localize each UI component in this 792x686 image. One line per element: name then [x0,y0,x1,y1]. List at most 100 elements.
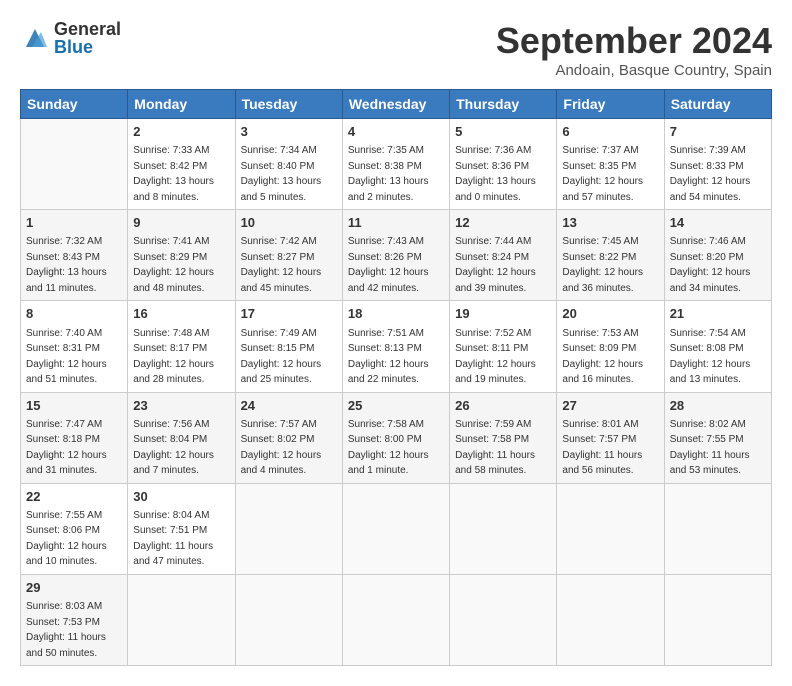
calendar-week-row: 15Sunrise: 7:47 AMSunset: 8:18 PMDayligh… [21,392,772,483]
empty-cell [128,574,235,665]
calendar-table: Sunday Monday Tuesday Wednesday Thursday… [20,89,772,666]
title-area: September 2024 Andoain, Basque Country, … [496,20,772,79]
day-info: Sunrise: 7:34 AMSunset: 8:40 PMDaylight:… [241,145,322,203]
day-cell-4: 4 Sunrise: 7:35 AMSunset: 8:38 PMDaylight… [342,119,449,210]
day-cell-24: 24 Sunrise: 7:57 AMSunset: 8:02 PMDayligh… [235,392,342,483]
day-info: Sunrise: 7:45 AMSunset: 8:22 PMDaylight:… [562,236,643,294]
day-info: Sunrise: 7:44 AMSunset: 8:24 PMDaylight:… [455,236,536,294]
month-title: September 2024 [496,20,772,62]
col-sunday: Sunday [21,90,128,119]
empty-cell [450,483,557,574]
day-number: 20 [562,305,658,323]
empty-cell [342,483,449,574]
day-info: Sunrise: 7:37 AMSunset: 8:35 PMDaylight:… [562,145,643,203]
day-number: 24 [241,397,337,415]
empty-cell [235,483,342,574]
calendar-week-row: 29 Sunrise: 8:03 AMSunset: 7:53 PMDayligh… [21,574,772,665]
logo-icon [20,23,50,53]
day-number: 6 [562,123,658,141]
page-header: General Blue September 2024 Andoain, Bas… [20,20,772,79]
col-tuesday: Tuesday [235,90,342,119]
day-number: 5 [455,123,551,141]
day-cell-7: 7Sunrise: 7:39 AMSunset: 8:33 PMDaylight… [664,119,771,210]
empty-cell [21,119,128,210]
day-info: Sunrise: 7:36 AMSunset: 8:36 PMDaylight:… [455,145,536,203]
day-info: Sunrise: 7:43 AMSunset: 8:26 PMDaylight:… [348,236,429,294]
empty-cell [557,574,664,665]
location-text: Andoain, Basque Country, Spain [496,62,772,79]
day-number: 4 [348,123,444,141]
day-info: Sunrise: 7:55 AMSunset: 8:06 PMDaylight:… [26,510,107,568]
day-info: Sunrise: 8:01 AMSunset: 7:57 PMDaylight:… [562,419,642,477]
col-thursday: Thursday [450,90,557,119]
day-cell-22: 22 Sunrise: 7:55 AMSunset: 8:06 PMDayligh… [21,483,128,574]
col-saturday: Saturday [664,90,771,119]
day-cell-18: 18Sunrise: 7:51 AMSunset: 8:13 PMDayligh… [342,301,449,392]
empty-cell [664,483,771,574]
day-info: Sunrise: 7:59 AMSunset: 7:58 PMDaylight:… [455,419,535,477]
day-number: 8 [26,305,122,323]
day-cell-21: 21 Sunrise: 7:54 AMSunset: 8:08 PMDayligh… [664,301,771,392]
logo-general-text: General [54,20,121,38]
day-cell-23: 23 Sunrise: 7:56 AMSunset: 8:04 PMDayligh… [128,392,235,483]
day-cell-30: 30Sunrise: 8:04 AMSunset: 7:51 PMDayligh… [128,483,235,574]
day-cell-17: 17 Sunrise: 7:49 AMSunset: 8:15 PMDayligh… [235,301,342,392]
day-number: 22 [26,488,122,506]
day-number: 10 [241,214,337,232]
empty-cell [235,574,342,665]
empty-cell [664,574,771,665]
day-info: Sunrise: 8:03 AMSunset: 7:53 PMDaylight:… [26,601,106,659]
day-info: Sunrise: 7:40 AMSunset: 8:31 PMDaylight:… [26,328,107,386]
day-number: 18 [348,305,444,323]
day-number: 26 [455,397,551,415]
day-cell-3: 3Sunrise: 7:34 AMSunset: 8:40 PMDaylight… [235,119,342,210]
day-info: Sunrise: 7:49 AMSunset: 8:15 PMDaylight:… [241,328,322,386]
day-cell-8: 8 Sunrise: 7:40 AMSunset: 8:31 PMDaylight… [21,301,128,392]
day-info: Sunrise: 7:41 AMSunset: 8:29 PMDaylight:… [133,236,214,294]
day-info: Sunrise: 7:32 AMSunset: 8:43 PMDaylight:… [26,236,107,294]
day-cell-16: 16Sunrise: 7:48 AMSunset: 8:17 PMDayligh… [128,301,235,392]
day-info: Sunrise: 7:35 AMSunset: 8:38 PMDaylight:… [348,145,429,203]
day-number: 19 [455,305,551,323]
day-cell-9: 9Sunrise: 7:41 AMSunset: 8:29 PMDaylight… [128,210,235,301]
calendar-header-row: Sunday Monday Tuesday Wednesday Thursday… [21,90,772,119]
day-info: Sunrise: 7:39 AMSunset: 8:33 PMDaylight:… [670,145,751,203]
day-info: Sunrise: 7:54 AMSunset: 8:08 PMDaylight:… [670,328,751,386]
day-cell-14: 14Sunrise: 7:46 AMSunset: 8:20 PMDayligh… [664,210,771,301]
day-number: 14 [670,214,766,232]
day-number: 17 [241,305,337,323]
calendar-week-row: 2Sunrise: 7:33 AMSunset: 8:42 PMDaylight… [21,119,772,210]
day-number: 11 [348,214,444,232]
col-friday: Friday [557,90,664,119]
day-number: 21 [670,305,766,323]
day-info: Sunrise: 7:42 AMSunset: 8:27 PMDaylight:… [241,236,322,294]
calendar-week-row: 1 Sunrise: 7:32 AMSunset: 8:43 PMDaylight… [21,210,772,301]
day-info: Sunrise: 7:58 AMSunset: 8:00 PMDaylight:… [348,419,429,477]
day-number: 12 [455,214,551,232]
day-cell-15: 15Sunrise: 7:47 AMSunset: 8:18 PMDayligh… [21,392,128,483]
logo: General Blue [20,20,121,56]
day-number: 2 [133,123,229,141]
day-cell-26: 26 Sunrise: 7:59 AMSunset: 7:58 PMDayligh… [450,392,557,483]
day-number: 28 [670,397,766,415]
day-number: 27 [562,397,658,415]
calendar-week-row: 8 Sunrise: 7:40 AMSunset: 8:31 PMDaylight… [21,301,772,392]
empty-cell [450,574,557,665]
day-info: Sunrise: 7:53 AMSunset: 8:09 PMDaylight:… [562,328,643,386]
day-cell-19: 19Sunrise: 7:52 AMSunset: 8:11 PMDayligh… [450,301,557,392]
day-cell-25: 25 Sunrise: 7:58 AMSunset: 8:00 PMDayligh… [342,392,449,483]
day-number: 23 [133,397,229,415]
empty-cell [342,574,449,665]
day-cell-12: 12 Sunrise: 7:44 AMSunset: 8:24 PMDayligh… [450,210,557,301]
empty-cell [557,483,664,574]
day-number: 25 [348,397,444,415]
day-cell-5: 5 Sunrise: 7:36 AMSunset: 8:36 PMDaylight… [450,119,557,210]
day-info: Sunrise: 7:57 AMSunset: 8:02 PMDaylight:… [241,419,322,477]
day-info: Sunrise: 7:48 AMSunset: 8:17 PMDaylight:… [133,328,214,386]
day-info: Sunrise: 7:47 AMSunset: 8:18 PMDaylight:… [26,419,107,477]
day-number: 1 [26,214,122,232]
day-info: Sunrise: 7:56 AMSunset: 8:04 PMDaylight:… [133,419,214,477]
day-number: 29 [26,579,122,597]
day-info: Sunrise: 8:02 AMSunset: 7:55 PMDaylight:… [670,419,750,477]
day-cell-2: 2Sunrise: 7:33 AMSunset: 8:42 PMDaylight… [128,119,235,210]
